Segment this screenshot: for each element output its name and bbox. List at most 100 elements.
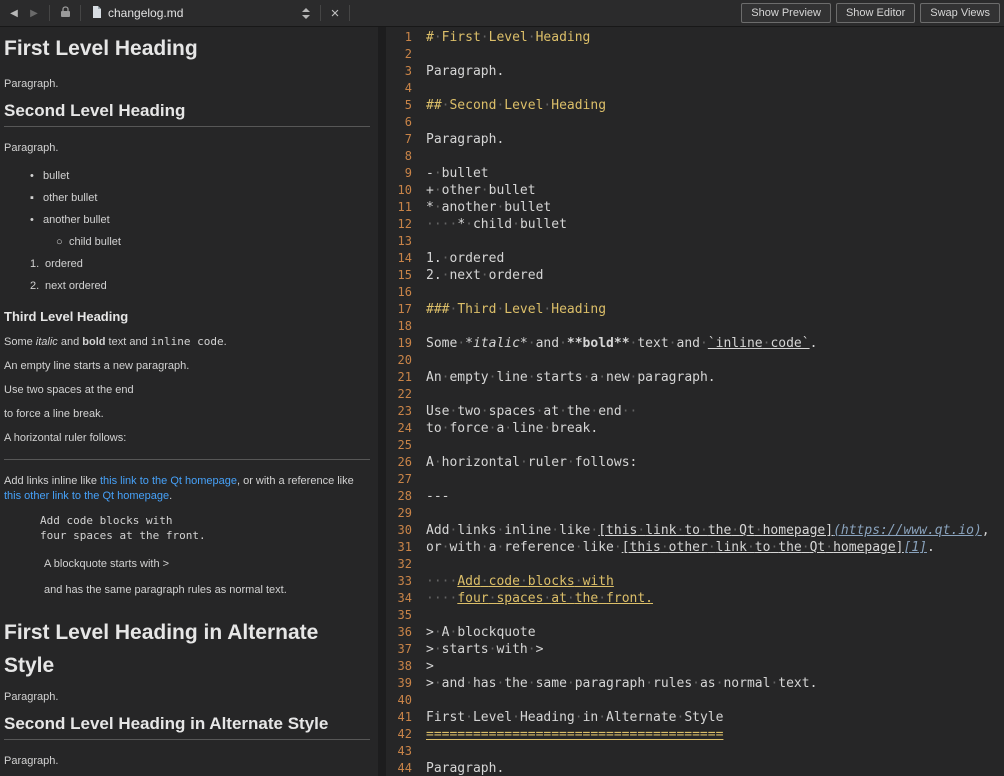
- code-line[interactable]: [426, 743, 1004, 760]
- show-preview-button[interactable]: Show Preview: [741, 3, 831, 23]
- line-number: 13: [386, 233, 412, 250]
- editor-code[interactable]: #·First·Level·Heading Paragraph. ##·Seco…: [419, 29, 1004, 776]
- preview-paragraph: A horizontal ruler follows:: [4, 431, 370, 446]
- document-tab[interactable]: changelog.md: [92, 6, 297, 21]
- list-item-label: other bullet: [43, 187, 97, 209]
- code-line[interactable]: 2.·next·ordered: [426, 267, 1004, 284]
- markdown-editor-pane[interactable]: 1234567891011121314151617181920212223242…: [386, 27, 1004, 776]
- whitespace-dots: ·: [496, 302, 504, 317]
- whitespace-dots: ·: [434, 455, 442, 470]
- code-line[interactable]: ····Add·code·blocks·with: [426, 573, 1004, 590]
- toolbar-separator: [349, 5, 350, 21]
- preview-paragraph: Paragraph.: [4, 690, 370, 705]
- code-line[interactable]: Some·*italic*·and·**bold**·text·and·`inl…: [426, 335, 1004, 352]
- code-line[interactable]: [426, 386, 1004, 403]
- text-run: Add links inline like: [4, 475, 100, 487]
- code-line[interactable]: [426, 505, 1004, 522]
- code-line[interactable]: An·empty·line·starts·a·new·paragraph.: [426, 369, 1004, 386]
- whitespace-dots: ·: [449, 404, 457, 419]
- preview-h2: Second Level Heading: [4, 101, 370, 127]
- whitespace-dots: ·: [496, 523, 504, 538]
- code-line[interactable]: [426, 471, 1004, 488]
- whitespace-dots: ·: [645, 676, 653, 691]
- code-line[interactable]: >: [426, 658, 1004, 675]
- code-line[interactable]: ##·Second·Level·Heading: [426, 97, 1004, 114]
- code-line[interactable]: Add·links·inline·like·[this·link·to·the·…: [426, 522, 1004, 539]
- lock-icon[interactable]: [55, 6, 75, 21]
- preview-paragraph: Paragraph.: [4, 754, 370, 769]
- editor-gutter: 1234567891011121314151617181920212223242…: [386, 29, 419, 776]
- whitespace-dots: ·: [575, 710, 583, 725]
- show-editor-button[interactable]: Show Editor: [836, 3, 915, 23]
- text-run: , or with a reference like: [237, 475, 354, 487]
- line-number: 14: [386, 250, 412, 267]
- code-line[interactable]: ###·Third·Level·Heading: [426, 301, 1004, 318]
- forward-icon[interactable]: ▶: [24, 8, 44, 19]
- code-line[interactable]: A·horizontal·ruler·follows:: [426, 454, 1004, 471]
- code-line[interactable]: or·with·a·reference·like·[this·other·lin…: [426, 539, 1004, 556]
- code-line[interactable]: [426, 352, 1004, 369]
- whitespace-dots: ·: [496, 540, 504, 555]
- whitespace-dots: ·: [528, 642, 536, 657]
- code-line[interactable]: ======================================: [426, 726, 1004, 743]
- code-line[interactable]: >·starts·with·>: [426, 641, 1004, 658]
- code-line[interactable]: +·other·bullet: [426, 182, 1004, 199]
- whitespace-dots: ·: [489, 421, 497, 436]
- code-line[interactable]: [426, 114, 1004, 131]
- whitespace-dots: ·: [614, 540, 622, 555]
- line-number: 23: [386, 403, 412, 420]
- whitespace-dots: ·: [442, 268, 450, 283]
- code-line[interactable]: >·A·blockquote: [426, 624, 1004, 641]
- code-line[interactable]: [426, 556, 1004, 573]
- code-line[interactable]: [426, 284, 1004, 301]
- code-line[interactable]: Paragraph.: [426, 63, 1004, 80]
- code-line[interactable]: [426, 46, 1004, 63]
- line-number: 7: [386, 131, 412, 148]
- code-line[interactable]: [426, 318, 1004, 335]
- line-number: 35: [386, 607, 412, 624]
- line-number: 41: [386, 709, 412, 726]
- bullet-square-icon: ▪: [30, 187, 43, 209]
- code-line[interactable]: Paragraph.: [426, 760, 1004, 776]
- code-line[interactable]: [426, 233, 1004, 250]
- code-line[interactable]: #·First·Level·Heading: [426, 29, 1004, 46]
- toolbar-separator: [320, 5, 321, 21]
- code-line[interactable]: -·bullet: [426, 165, 1004, 182]
- horizontal-rule: [4, 459, 370, 460]
- close-icon[interactable]: ×: [326, 6, 344, 21]
- line-number: 16: [386, 284, 412, 301]
- bullet-circle-icon: ○: [56, 231, 69, 253]
- code-line[interactable]: *·another·bullet: [426, 199, 1004, 216]
- whitespace-dots: ·: [637, 523, 645, 538]
- line-number: 9: [386, 165, 412, 182]
- whitespace-dots: ·: [465, 710, 473, 725]
- code-line[interactable]: [426, 607, 1004, 624]
- text-run: text and: [106, 336, 151, 348]
- qt-homepage-reference-link[interactable]: this other link to the Qt homepage: [4, 490, 169, 502]
- swap-views-button[interactable]: Swap Views: [920, 3, 1000, 23]
- code-line[interactable]: [426, 148, 1004, 165]
- pane-splitter[interactable]: [378, 27, 386, 776]
- whitespace-dots: ·: [481, 183, 489, 198]
- code-line[interactable]: 1.·ordered: [426, 250, 1004, 267]
- whitespace-dots: ·: [543, 591, 551, 606]
- whitespace-dots: ·: [434, 642, 442, 657]
- whitespace-dots: ·: [512, 217, 520, 232]
- split-updown-icon[interactable]: [297, 8, 315, 19]
- code-line[interactable]: >·and·has·the·same·paragraph·rules·as·no…: [426, 675, 1004, 692]
- whitespace-dots: ·: [747, 540, 755, 555]
- code-line[interactable]: ····four·spaces·at·the·front.: [426, 590, 1004, 607]
- whitespace-dots: ·: [551, 523, 559, 538]
- back-icon[interactable]: ◀: [4, 8, 24, 19]
- code-line[interactable]: [426, 692, 1004, 709]
- code-line[interactable]: ---: [426, 488, 1004, 505]
- code-line[interactable]: Paragraph.: [426, 131, 1004, 148]
- code-line[interactable]: [426, 80, 1004, 97]
- code-line[interactable]: Use·two·spaces·at·the·end··: [426, 403, 1004, 420]
- code-line[interactable]: to·force·a·line·break.: [426, 420, 1004, 437]
- code-line[interactable]: ····*·child·bullet: [426, 216, 1004, 233]
- toolbar-separator: [49, 5, 50, 21]
- qt-homepage-link[interactable]: this link to the Qt homepage: [100, 475, 237, 487]
- code-line[interactable]: [426, 437, 1004, 454]
- code-line[interactable]: First·Level·Heading·in·Alternate·Style: [426, 709, 1004, 726]
